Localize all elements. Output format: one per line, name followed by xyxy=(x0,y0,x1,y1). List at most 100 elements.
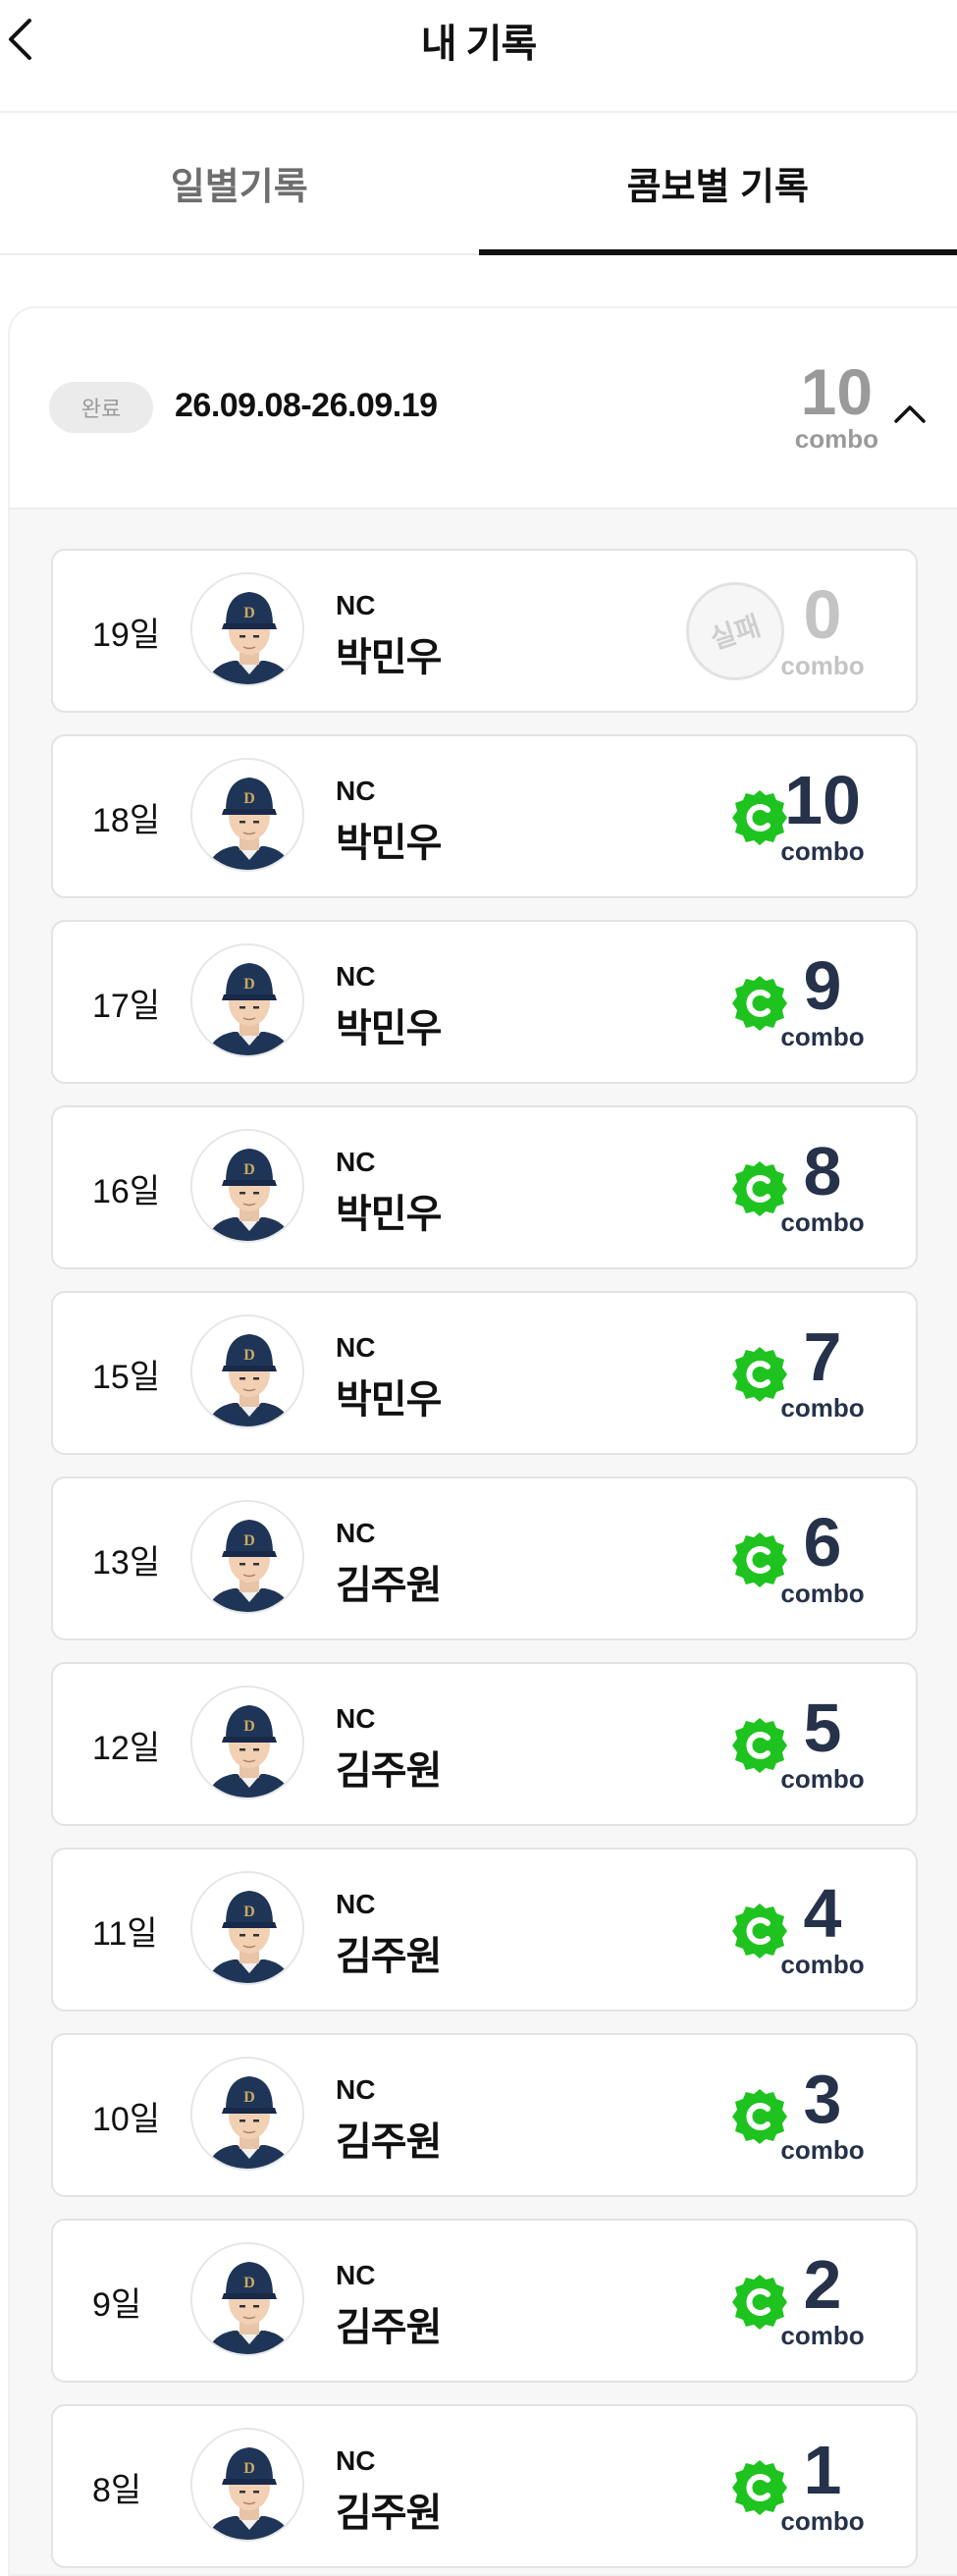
player-avatar: D xyxy=(190,1686,304,1799)
player-name: 김주원 xyxy=(336,2120,442,2164)
team-name: NC xyxy=(336,2260,376,2290)
player-avatar: D xyxy=(190,2428,304,2542)
player-name: 박민우 xyxy=(336,636,442,679)
player-avatar: D xyxy=(190,758,304,872)
app-header: 내 기록 xyxy=(0,0,957,113)
team-name: NC xyxy=(336,1703,376,1734)
tab-combo[interactable]: 콤보별 기록 xyxy=(478,113,957,255)
period-header[interactable]: 완료 26.09.08-26.09.19 10 combo xyxy=(10,308,957,510)
combo-label: combo xyxy=(780,1950,865,1979)
record-row: 19일 D NC 박민우 실패 0 combo xyxy=(51,549,918,713)
combo-label: combo xyxy=(780,1764,865,1794)
combo-label: combo xyxy=(780,1579,865,1608)
fail-stamp-label: 실패 xyxy=(707,610,765,656)
combo-number: 7 xyxy=(803,1318,842,1395)
player-photo-icon: D xyxy=(192,1688,302,1798)
player-avatar: D xyxy=(190,1315,304,1428)
combo-label: combo xyxy=(780,836,865,866)
record-row: 10일 D NC 김주원 3 combo xyxy=(51,2033,918,2197)
record-row: 8일 D NC 김주원 1 combo xyxy=(51,2404,918,2568)
tab-daily[interactable]: 일별기록 xyxy=(0,113,479,253)
player-avatar: D xyxy=(190,1871,304,1985)
team-name: NC xyxy=(336,590,376,620)
combo-number: 0 xyxy=(803,576,842,653)
team-name: NC xyxy=(336,961,376,992)
player-name: 박민우 xyxy=(336,1007,442,1050)
player-avatar: D xyxy=(190,1500,304,1614)
record-row: 18일 D NC 박민우 10 combo xyxy=(51,734,918,898)
player-avatar: D xyxy=(190,572,304,686)
player-photo-icon: D xyxy=(192,1873,302,1983)
player-name: 김주원 xyxy=(336,2492,442,2535)
combo-number: 9 xyxy=(803,947,842,1024)
player-name: 박민우 xyxy=(336,1378,442,1422)
player-photo-icon: D xyxy=(192,574,302,684)
chevron-up-icon[interactable] xyxy=(890,395,930,434)
combo-count: 5 combo xyxy=(769,1693,877,1792)
combo-label: combo xyxy=(780,2506,865,2536)
combo-count: 1 combo xyxy=(769,2436,877,2534)
player-photo-icon: D xyxy=(192,2059,302,2169)
team-name: NC xyxy=(336,1518,376,1548)
player-photo-icon: D xyxy=(192,2244,302,2354)
record-day: 10일 xyxy=(92,2101,161,2138)
team-name: NC xyxy=(336,2445,376,2476)
team-name: NC xyxy=(336,1332,376,1363)
record-day: 15일 xyxy=(92,1359,161,1396)
record-day: 11일 xyxy=(92,1915,158,1953)
record-day: 19일 xyxy=(92,617,161,654)
player-name: 김주원 xyxy=(336,1935,442,1978)
player-name: 박민우 xyxy=(336,822,442,865)
combo-number: 1 xyxy=(803,2432,842,2508)
svg-text:D: D xyxy=(243,2275,255,2291)
combo-number: 3 xyxy=(803,2061,842,2137)
svg-text:D: D xyxy=(243,605,255,621)
combo-number: 10 xyxy=(784,762,861,838)
combo-number: 2 xyxy=(803,2246,842,2323)
team-name: NC xyxy=(336,1147,376,1177)
combo-count: 9 combo xyxy=(769,951,877,1049)
total-combo-label: combo xyxy=(794,424,878,454)
player-photo-icon: D xyxy=(192,1131,302,1241)
player-avatar: D xyxy=(190,2242,304,2356)
player-photo-icon: D xyxy=(192,1316,302,1426)
combo-count: 10 combo xyxy=(769,766,877,864)
record-row: 11일 D NC 김주원 4 combo xyxy=(51,1848,918,2012)
svg-text:D: D xyxy=(243,1161,255,1178)
total-combo: 10 combo xyxy=(795,359,878,452)
record-day: 8일 xyxy=(92,2472,142,2509)
combo-label: combo xyxy=(780,1393,865,1422)
combo-count: 4 combo xyxy=(769,1879,877,1977)
combo-label: combo xyxy=(780,2135,865,2165)
player-photo-icon: D xyxy=(192,1502,302,1612)
combo-number: 6 xyxy=(803,1504,842,1581)
player-avatar: D xyxy=(190,1129,304,1243)
record-row: 16일 D NC 박민우 8 combo xyxy=(51,1105,918,1269)
record-tabs: 일별기록 콤보별 기록 xyxy=(0,113,957,255)
combo-number: 4 xyxy=(803,1875,842,1952)
svg-text:D: D xyxy=(243,1718,255,1735)
combo-count: 8 combo xyxy=(769,1137,877,1235)
player-name: 박민우 xyxy=(336,1193,442,1236)
record-row: 13일 D NC 김주원 6 combo xyxy=(51,1476,918,1640)
combo-record-list: 19일 D NC 박민우 실패 0 combo 18일 D NC 박민우 10 … xyxy=(10,510,957,2568)
combo-label: combo xyxy=(780,1208,865,1237)
page-title: 내 기록 xyxy=(420,23,538,66)
total-combo-count: 10 xyxy=(800,355,874,428)
svg-text:D: D xyxy=(243,2460,255,2477)
svg-text:D: D xyxy=(243,2089,255,2106)
player-name: 김주원 xyxy=(336,1564,442,1607)
combo-label: combo xyxy=(780,2321,865,2350)
player-photo-icon: D xyxy=(192,760,302,870)
combo-count: 6 combo xyxy=(769,1508,877,1606)
record-day: 18일 xyxy=(92,802,161,839)
record-day: 9일 xyxy=(92,2286,142,2324)
player-photo-icon: D xyxy=(192,2430,302,2540)
combo-count: 2 combo xyxy=(769,2250,877,2348)
svg-text:D: D xyxy=(243,790,255,807)
combo-count: 7 combo xyxy=(769,1322,877,1421)
combo-label: combo xyxy=(780,1022,865,1051)
player-avatar: D xyxy=(190,943,304,1057)
period-range: 26.09.08-26.09.19 xyxy=(175,387,438,424)
status-badge: 완료 xyxy=(49,382,153,433)
